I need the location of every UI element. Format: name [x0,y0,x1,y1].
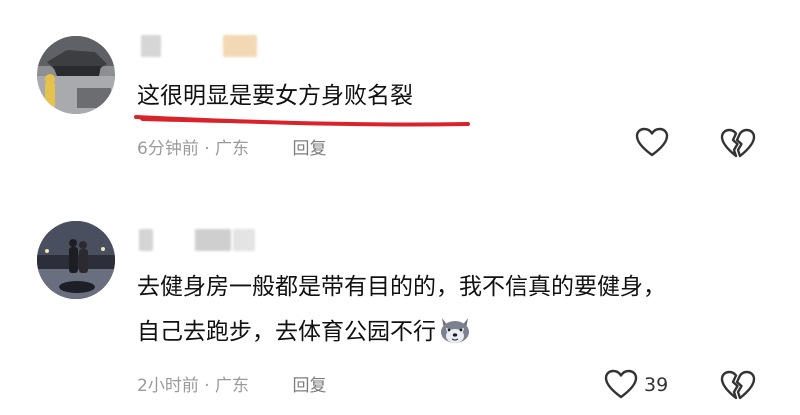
comment-text: 去健身房一般都是带有目的的，我不信真的要健身， 自己去跑步，去体育公园不行 [137,265,666,355]
broken-heart-icon [720,370,756,400]
comment-text-line: 去健身房一般都是带有目的的，我不信真的要健身， [137,274,666,300]
meta-separator: · [204,376,210,396]
timestamp: 2小时前 [137,376,199,396]
reply-button[interactable]: 回复 [292,376,326,396]
comment-text-line: 自己去跑步，去体育公园不行 [137,310,666,355]
timestamp: 6分钟前 [137,139,199,159]
avatar[interactable] [37,221,115,299]
broken-heart-icon [720,128,756,158]
username-mosaic [233,229,255,251]
like-button[interactable]: 39 [604,369,668,401]
heart-outline-icon [635,127,669,157]
red-underline-annotation [134,115,470,127]
comment-item: 去健身房一般都是带有目的的，我不信真的要健身， 自己去跑步，去体育公园不行 2小… [0,205,800,415]
username-mosaic [139,229,153,251]
avatar[interactable] [37,36,115,114]
location: 广东 [215,139,250,159]
location: 广东 [215,376,250,396]
username-mosaic [195,229,231,251]
comment-meta: 2小时前 · 广东 回复 [137,371,326,396]
wolf-face-emoji-icon [441,318,469,343]
like-count: 39 [644,374,669,396]
comment-text-line-text: 自己去跑步，去体育公园不行 [137,319,436,345]
reply-button[interactable]: 回复 [292,139,326,159]
comment-item: 这很明显是要女方身败名裂 6分钟前 · 广东 回复 [0,0,800,190]
heart-outline-icon [604,369,638,399]
meta-separator: · [204,139,210,159]
dislike-button[interactable] [720,369,756,407]
username-mosaic [223,35,257,57]
comment-meta: 6分钟前 · 广东 回复 [137,134,326,159]
like-button[interactable] [635,127,675,159]
username-mosaic [141,35,161,57]
dislike-button[interactable] [720,127,756,165]
